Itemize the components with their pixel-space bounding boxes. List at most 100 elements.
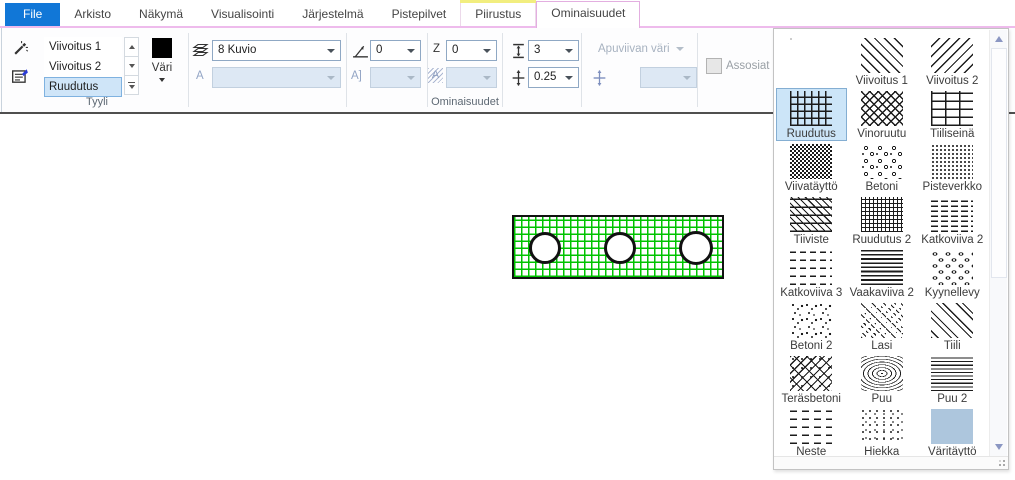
pattern-item-viivoitus-2[interactable]: Viivoitus 2 xyxy=(917,35,988,88)
pattern-item-ruudutus-2[interactable]: Ruudutus 2 xyxy=(847,194,918,247)
pattern-item-pisteverkko[interactable]: Pisteverkko xyxy=(917,141,988,194)
z-combo[interactable]: 0 xyxy=(446,40,497,61)
diag2-pattern-swatch-icon xyxy=(931,38,973,73)
glass-pattern-swatch-icon xyxy=(861,303,903,338)
drawing-hole[interactable] xyxy=(679,231,713,265)
group-label-ominaisuudet: Ominaisuudet xyxy=(190,96,740,108)
pattern-item-vinoruutu[interactable]: Vinoruutu xyxy=(847,88,918,141)
pattern-item-katkoviiva-3[interactable]: Katkoviiva 3 xyxy=(776,247,847,300)
a-bracket-combo-disabled xyxy=(370,67,421,88)
pattern-item-viivataytto[interactable]: Viivatäyttö xyxy=(776,141,847,194)
pattern-item-label: Puu 2 xyxy=(937,393,967,405)
color-swatch xyxy=(152,38,172,58)
style-item-viivoitus-1[interactable]: Viivoitus 1 xyxy=(44,37,122,57)
pattern-item-tiili[interactable]: Tiili xyxy=(917,300,988,353)
window-left-edge xyxy=(1,28,2,112)
magic-wand-icon xyxy=(12,40,29,57)
tab-visualisointi[interactable]: Visualisointi xyxy=(197,3,288,26)
tab-arkisto[interactable]: Arkisto xyxy=(60,3,125,26)
a-combo-disabled xyxy=(212,67,341,88)
grid2-pattern-swatch-icon xyxy=(861,197,903,232)
style-scroll-down-button[interactable] xyxy=(124,57,139,76)
color-dropdown-arrow-icon xyxy=(159,78,165,82)
dash2-pattern-swatch-icon xyxy=(931,197,973,232)
scrollbar-thumb[interactable] xyxy=(991,48,1007,278)
style-gallery-more-button[interactable] xyxy=(124,76,139,95)
pattern-item-tiiliseina[interactable]: Tiiliseinä xyxy=(917,88,988,141)
style-item-viivoitus-2[interactable]: Viivoitus 2 xyxy=(44,57,122,77)
a-bracket-label: A] xyxy=(351,70,362,82)
magic-wand-button[interactable] xyxy=(9,37,31,59)
angle-icon xyxy=(349,40,371,62)
pattern-item-label: Betoni 2 xyxy=(790,340,832,352)
tab-nakyma[interactable]: Näkymä xyxy=(125,3,197,26)
drawing-hole[interactable] xyxy=(604,232,636,264)
pattern-item-ruudutus[interactable]: Ruudutus xyxy=(776,88,847,141)
scrollbar-down-button[interactable] xyxy=(990,439,1007,455)
pattern-item-betoni[interactable]: Betoni xyxy=(847,141,918,194)
tab-jarjestelma[interactable]: Järjestelmä xyxy=(288,3,377,26)
pattern-item-katkoviiva-2[interactable]: Katkoviiva 2 xyxy=(917,194,988,247)
pattern-item-label: Ruudutus xyxy=(787,128,836,140)
pattern-item-puu-2[interactable]: Puu 2 xyxy=(917,353,988,406)
none-pattern-swatch-icon xyxy=(790,38,832,74)
pattern-combo[interactable]: 8 Kuvio xyxy=(212,40,341,61)
wood-pattern-swatch-icon xyxy=(861,356,903,391)
edit-properties-icon xyxy=(11,67,29,85)
tab-ominaisuudet[interactable]: Ominaisuudet xyxy=(536,1,640,28)
hatch-pattern-panel: Viivoitus 1Viivoitus 2RuudutusVinoruutuT… xyxy=(773,28,1009,470)
tab-pistepilvet[interactable]: Pistepilvet xyxy=(378,3,461,26)
pattern-item-varitaytto[interactable]: Väritäyttö xyxy=(917,406,988,459)
tab-file[interactable]: File xyxy=(5,3,60,26)
drawing-hatched-plate[interactable] xyxy=(512,215,724,279)
style-list: Viivoitus 1Viivoitus 2Ruudutus xyxy=(44,37,122,97)
guide-color-dropdown[interactable]: Apuviivan väri xyxy=(598,43,684,55)
style-item-ruudutus[interactable]: Ruudutus xyxy=(44,77,122,97)
speckle-pattern-swatch-icon xyxy=(790,303,832,338)
diag1-pattern-swatch-icon xyxy=(861,38,903,73)
pattern-item-tiiviste[interactable]: Tiiviste xyxy=(776,194,847,247)
line-width-combo-value: 0.25 xyxy=(534,71,556,83)
scrollbar-up-button[interactable] xyxy=(990,31,1007,47)
dense-pattern-swatch-icon xyxy=(790,144,832,179)
style-scroll-up-button[interactable] xyxy=(124,37,139,57)
pattern-item-vaakaviiva-2[interactable]: Vaakaviiva 2 xyxy=(847,247,918,300)
pattern-item-neste[interactable]: Neste xyxy=(776,406,847,459)
style-list-spinner xyxy=(124,37,138,95)
pattern-item-blank[interactable] xyxy=(776,35,847,88)
pattern-item-label: Teräsbetoni xyxy=(782,393,841,405)
angle-combo[interactable]: 0 xyxy=(370,40,421,61)
baseline-spacing-icon-disabled xyxy=(588,67,610,89)
pattern-item-kyynellevy[interactable]: Kyynellevy xyxy=(917,247,988,300)
application-window: FileArkistoNäkymäVisualisointiJärjestelm… xyxy=(0,0,1015,480)
pattern-grid: Viivoitus 1Viivoitus 2RuudutusVinoruutuT… xyxy=(776,35,988,459)
pattern-item-label: Tiili xyxy=(944,340,961,352)
wood2-pattern-swatch-icon xyxy=(931,356,973,391)
color-button-label: Väri xyxy=(142,62,182,74)
hatch-a-combo-disabled xyxy=(446,67,497,88)
panel-scrollbar[interactable] xyxy=(989,30,1007,456)
pattern-item-hiekka[interactable]: Hiekka xyxy=(847,406,918,459)
gallery-more-arrow-icon xyxy=(129,85,135,89)
pattern-item-terasbetoni[interactable]: Teräsbetoni xyxy=(776,353,847,406)
pattern-item-betoni-2[interactable]: Betoni 2 xyxy=(776,300,847,353)
scroll-up-icon xyxy=(129,45,135,49)
spacing-combo[interactable]: 3 xyxy=(528,40,579,61)
gallery-more-icon xyxy=(128,82,135,83)
pattern-item-label: Viivoitus 1 xyxy=(856,75,908,87)
panel-footer xyxy=(774,456,1008,469)
pattern-item-puu[interactable]: Puu xyxy=(847,353,918,406)
pattern-item-viivoitus-1[interactable]: Viivoitus 1 xyxy=(847,35,918,88)
color-button[interactable]: Väri xyxy=(142,36,182,96)
associative-checkbox[interactable] xyxy=(706,58,722,74)
line-width-combo[interactable]: 0.25 xyxy=(528,67,579,88)
spacing-combo-value: 3 xyxy=(534,44,540,56)
tab-piirustus[interactable]: Piirustus xyxy=(460,3,536,26)
dash3-pattern-swatch-icon xyxy=(790,250,832,285)
pattern-item-lasi[interactable]: Lasi xyxy=(847,300,918,353)
edit-properties-button[interactable] xyxy=(9,65,31,87)
offset-spacing-icon xyxy=(507,67,529,89)
pattern-item-label: Katkoviiva 2 xyxy=(921,234,983,246)
drawing-hole[interactable] xyxy=(529,232,561,264)
resize-grip[interactable] xyxy=(1003,464,1005,466)
